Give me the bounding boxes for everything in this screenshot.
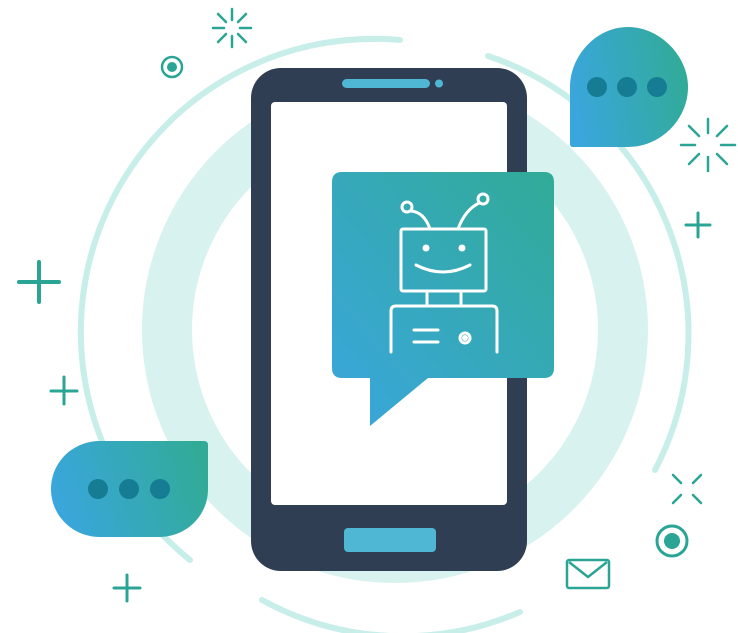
target-dot-icon xyxy=(655,524,689,558)
phone-speaker xyxy=(342,79,430,88)
envelope-icon xyxy=(565,558,611,590)
phone-home-button xyxy=(344,528,436,552)
typing-dot xyxy=(587,77,607,97)
target-dot-icon xyxy=(160,55,184,79)
sparkle-icon xyxy=(679,117,737,173)
typing-dot xyxy=(617,77,637,97)
typing-dots-bubble-icon xyxy=(570,27,688,147)
robot-eye-right xyxy=(458,244,466,252)
typing-dot xyxy=(119,479,139,499)
illustration-canvas xyxy=(17,7,737,633)
chatbot-illustration xyxy=(0,0,738,633)
typing-dot xyxy=(150,479,170,499)
sparkle-icon xyxy=(671,473,703,505)
plus-icon xyxy=(49,375,79,406)
plus-icon xyxy=(684,211,712,239)
outer-ring-arc-bottom xyxy=(259,597,523,633)
plus-icon xyxy=(17,260,61,304)
sparkle-icon xyxy=(211,7,253,49)
envelope-flap xyxy=(568,561,608,579)
typing-dot xyxy=(647,77,667,97)
phone-camera xyxy=(435,79,443,88)
typing-dot xyxy=(88,479,108,499)
robot-button-dot xyxy=(462,335,468,341)
typing-dots-bubble-icon xyxy=(51,441,208,537)
robot-eye-left xyxy=(422,244,430,252)
plus-icon xyxy=(112,573,142,603)
